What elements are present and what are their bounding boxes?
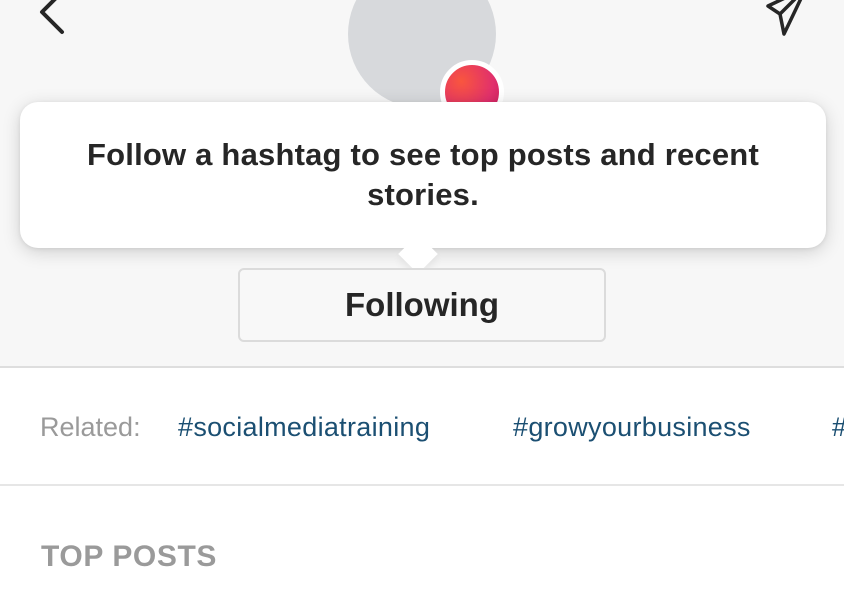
chevron-left-icon [40,0,64,34]
share-button[interactable] [762,0,810,38]
top-posts-heading: TOP POSTS [41,540,218,573]
related-tag-growyourbusiness[interactable]: #growyourbusiness [513,412,751,443]
tooltip-message: Follow a hashtag to see top posts and re… [87,137,759,212]
following-button[interactable]: Following [238,268,606,342]
send-icon [766,0,803,36]
related-label: Related: [40,412,141,442]
back-button[interactable] [30,0,80,36]
related-hashtags-bar: Related: #socialmediatraining #growyourb… [0,370,844,486]
tooltip-arrow-mask [390,220,450,246]
related-tag-socialmediatraining[interactable]: #socialmediatraining [178,412,430,443]
hashtag-header: Follow a hashtag to see top posts and re… [0,0,844,368]
related-tag-truncated[interactable]: # [832,412,844,443]
